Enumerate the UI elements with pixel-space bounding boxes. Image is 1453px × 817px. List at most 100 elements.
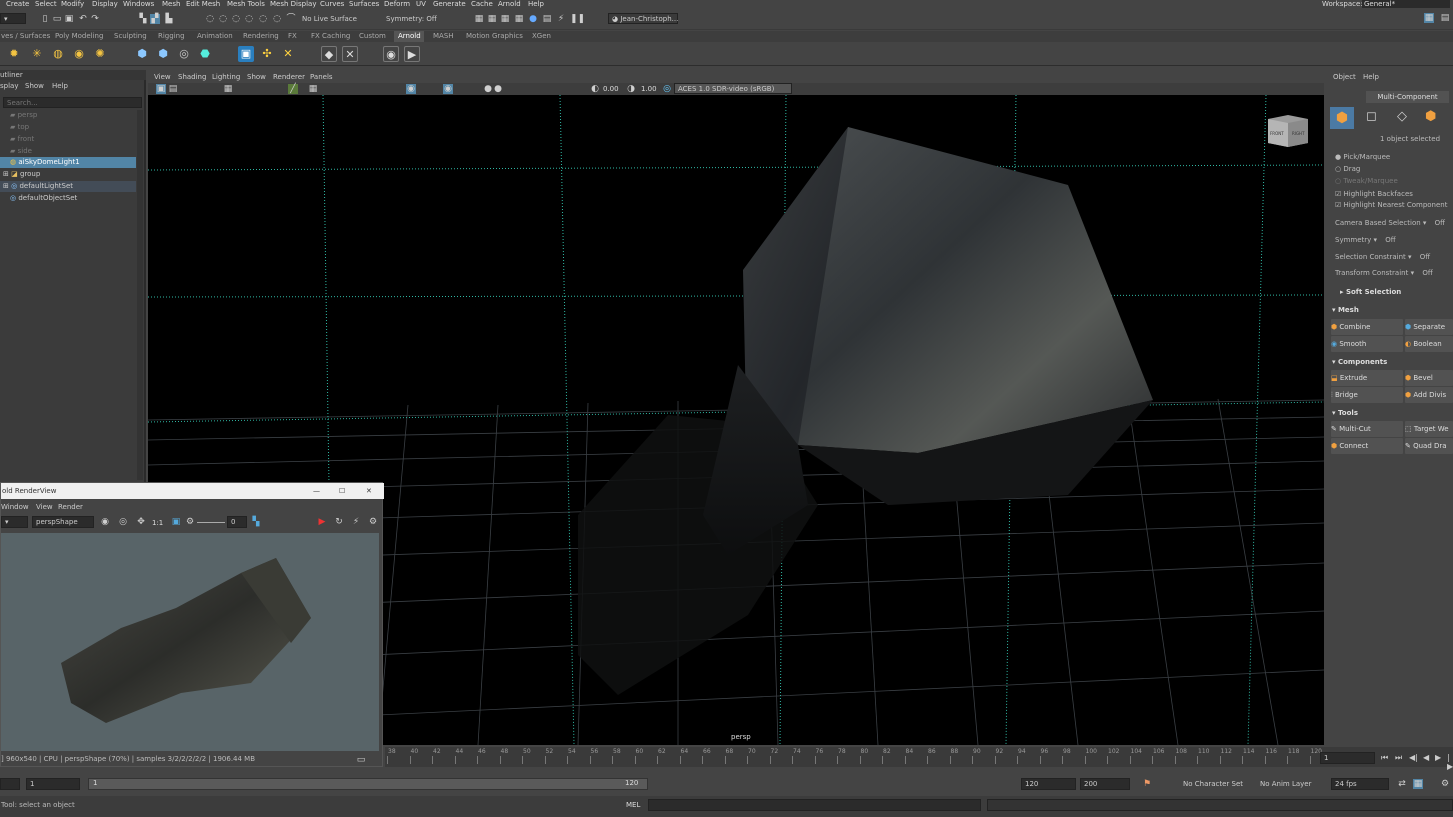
outliner-menu-display[interactable]: splay [0,82,18,90]
redo-icon[interactable]: ↷ [90,14,100,24]
face-mode-icon[interactable]: ⬢ [1425,109,1436,124]
outliner-menu-help[interactable]: Help [52,82,68,90]
tab-curves-surfaces[interactable]: ves / Surfaces [0,31,50,42]
tools-section-header[interactable]: ▾ Tools [1332,409,1358,417]
snap-live-icon[interactable]: ◌ [272,14,282,24]
mt-menu-help[interactable]: Help [1363,73,1379,81]
step-back-frame-icon[interactable]: ◀| [1409,753,1418,762]
viewport-menu-panels[interactable]: Panels [310,73,333,81]
wireframe-icon[interactable]: ╱ [288,84,298,94]
menu-deform[interactable]: Deform [384,0,410,8]
soft-selection-header[interactable]: ▸ Soft Selection [1340,288,1401,296]
play-icon[interactable]: ▶ [404,46,420,62]
components-section-header[interactable]: ▾ Components [1332,358,1387,366]
rv-camera-dropdown[interactable]: perspShape [32,516,94,528]
view-icon[interactable]: ◉ [383,46,399,62]
outliner-item-persp[interactable]: ▰ persp [0,110,136,121]
grid-toggle-icon[interactable]: ▦ [223,84,233,94]
color-management-icon[interactable]: ◎ [662,84,672,94]
tab-rendering[interactable]: Rendering [241,31,281,42]
select-camera-icon[interactable]: ▣ [156,84,166,94]
expand-icon[interactable]: ⊞ [0,182,11,190]
exposure-value[interactable]: 0.00 [603,85,619,93]
tab-motion-graphics[interactable]: Motion Graphics [464,31,523,42]
play-backwards-icon[interactable]: ◀ [1423,753,1429,762]
user-account-dropdown[interactable]: ◕ Jean-Christoph... [608,13,678,24]
anim-layer-dropdown[interactable]: No Anim Layer [1260,780,1311,788]
auto-key-icon[interactable]: ⚑ [1142,779,1152,789]
outliner-item-front[interactable]: ▰ front [0,134,136,145]
outliner-scrollbar[interactable] [137,110,143,480]
go-to-start-icon[interactable]: ⏮ [1381,753,1388,763]
workspace-dropdown[interactable]: General* [1362,0,1450,8]
edge-mode-icon[interactable]: ◇ [1397,109,1407,124]
snap-point-icon[interactable]: ◌ [231,14,241,24]
combine-button[interactable]: ⬢ Combine [1331,319,1403,335]
curve-collector-icon[interactable]: ◎ [176,46,192,62]
menu-create[interactable]: Create [6,0,29,8]
physical-sky-icon[interactable]: ◉ [71,46,87,62]
vertex-mode-icon[interactable]: ◻ [1366,109,1377,124]
txmanager-icon[interactable]: ✣ [259,46,275,62]
zoom-ratio[interactable]: 1:1 [152,519,163,527]
flush-cache-icon[interactable]: ◆ [321,46,337,62]
expand-icon[interactable]: ⊞ [0,170,11,178]
render-sequence-icon[interactable]: ▦ [487,14,497,24]
outliner-item-lightset[interactable]: ⊞ ◎ defaultLightSet [0,181,136,192]
export-icon[interactable]: ✕ [342,46,358,62]
menu-uv[interactable]: UV [416,0,426,8]
menu-generate[interactable]: Generate [433,0,466,8]
range-slider[interactable]: 1 120 [88,778,648,790]
tab-fx-caching[interactable]: FX Caching [309,31,350,42]
tab-rigging[interactable]: Rigging [156,31,190,42]
volume-icon[interactable]: ⬢ [155,46,171,62]
outliner-item-objectset[interactable]: ◎ defaultObjectSet [0,193,136,204]
smooth-shade-icon[interactable]: ◉ [406,84,416,94]
arnold-ipr-icon[interactable]: ⚡ [556,14,566,24]
viewport-menu-renderer[interactable]: Renderer [273,73,305,81]
mel-label[interactable]: MEL [626,801,640,809]
ipr-render-icon[interactable]: ▦ [500,14,510,24]
hypershade-icon[interactable]: ● [528,14,538,24]
channel-icon[interactable]: ◉ [100,517,110,527]
menu-edit-mesh[interactable]: Edit Mesh [186,0,220,8]
tab-xgen[interactable]: XGen [530,31,554,42]
rv-menu-render[interactable]: Render [58,503,83,511]
photometric-light-icon[interactable]: ✺ [92,46,108,62]
shadows-icon[interactable]: ● [483,84,493,94]
viewport-menu-show[interactable]: Show [247,73,266,81]
make-live-icon[interactable]: ⌒ [286,14,296,24]
viewport-menu-shading[interactable]: Shading [178,73,206,81]
camera-attributes-icon[interactable]: ▤ [168,84,178,94]
menu-mesh-tools[interactable]: Mesh Tools [227,0,265,8]
multi-cut-button[interactable]: ✎ Multi-Cut [1331,421,1403,437]
aov-dropdown[interactable]: ▾ [1,516,28,528]
quad-draw-button[interactable]: ✎ Quad Dra [1405,438,1453,454]
menu-curves[interactable]: Curves [320,0,344,8]
area-light-icon[interactable]: ✹ [6,46,22,62]
viewcube[interactable]: FRONT RIGHT [1268,115,1308,147]
refresh-icon[interactable]: ↻ [334,517,344,527]
snap-view-icon[interactable]: ◌ [258,14,268,24]
selection-constraint[interactable]: Selection Constraint ▾ Off [1335,253,1430,261]
menu-mesh-display[interactable]: Mesh Display [270,0,316,8]
mesh-light-icon[interactable]: ✳ [29,46,45,62]
camera-based-selection[interactable]: Camera Based Selection ▾ Off [1335,219,1445,227]
step-forward-frame-icon[interactable]: |▶ [1447,753,1453,771]
fps-dropdown[interactable]: 24 fps [1331,778,1389,790]
rv-menu-view[interactable]: View [36,503,53,511]
sound-icon[interactable]: ▦ [1413,779,1423,789]
tab-poly-modeling[interactable]: Poly Modeling [53,31,103,42]
menu-display[interactable]: Display [92,0,118,8]
standin-icon[interactable]: ⬢ [134,46,150,62]
gear-icon[interactable]: ⚙ [185,517,195,527]
new-scene-icon[interactable]: ▯ [40,14,50,24]
outliner-item-side[interactable]: ▰ side [0,146,136,157]
symmetry-setting[interactable]: Symmetry ▾ Off [1335,236,1396,244]
smooth-button[interactable]: ◉ Smooth [1331,336,1403,352]
outliner-menu-show[interactable]: Show [25,82,44,90]
symmetry-label[interactable]: Symmetry: Off [386,15,437,23]
time-slider[interactable]: 38 40 42 44 46 48 50 52 54 56 58 60 62 64 66 68 70 72 74 76… [385,747,1453,771]
snap-curve-icon[interactable]: ◌ [218,14,228,24]
object-mode-icon[interactable]: ⬢ [1330,107,1354,129]
